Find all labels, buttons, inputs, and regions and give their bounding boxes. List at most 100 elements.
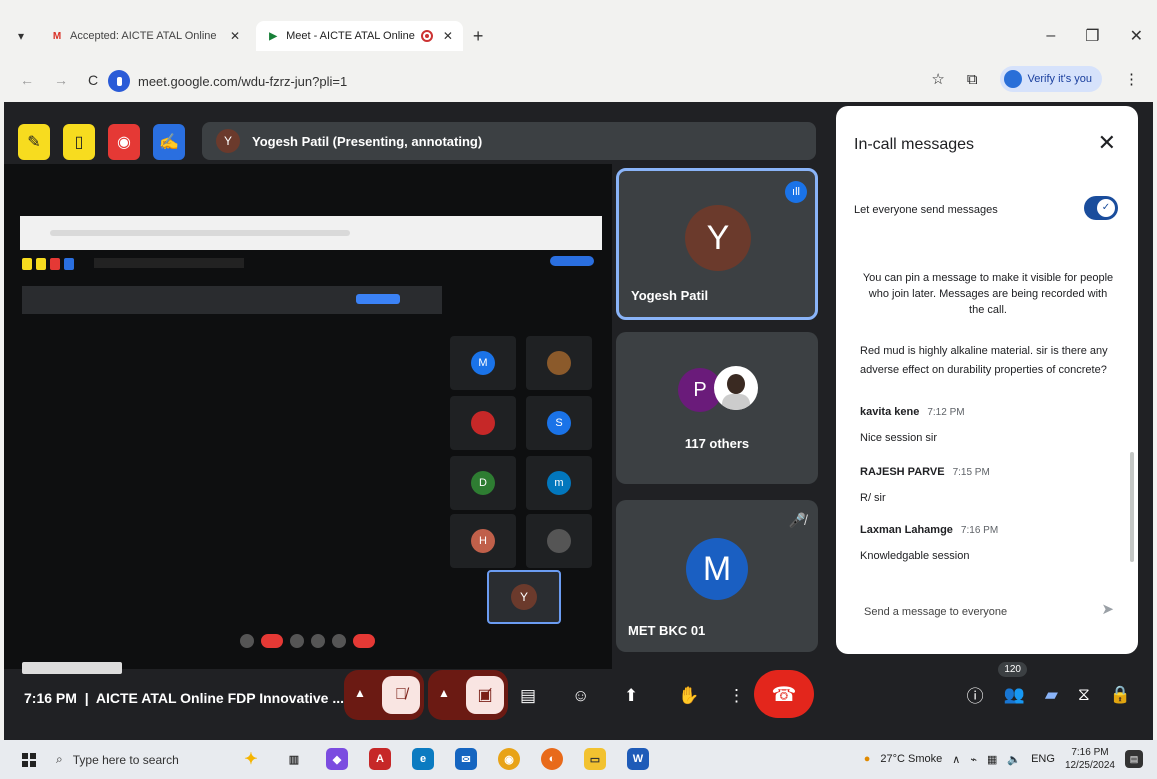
present-icon[interactable]: ⬆: [624, 686, 638, 706]
restore-icon[interactable]: ❐: [1085, 26, 1099, 46]
chat-input[interactable]: Send a message to everyone: [864, 606, 1007, 618]
record-tool-icon[interactable]: ◉: [108, 124, 140, 160]
file-explorer-icon[interactable]: ▭: [584, 748, 606, 770]
tab-search-button[interactable]: ▾: [8, 23, 34, 49]
eraser-tool-icon[interactable]: ▯: [63, 124, 95, 160]
tab-meet[interactable]: ▶ Meet - AICTE ATAL Online ✕: [256, 21, 463, 51]
tab-gmail[interactable]: M Accepted: AICTE ATAL Online F ✕: [40, 21, 250, 51]
close-tab-icon[interactable]: ✕: [230, 29, 240, 43]
participant-tile-yogesh[interactable]: Y ıll Yogesh Patil: [616, 168, 818, 320]
taskbar-search[interactable]: ⌕ Type here to search: [56, 752, 206, 767]
windows-start-icon[interactable]: [22, 752, 36, 767]
meeting-title: AICTE ATAL Online FDP Innovative ...: [95, 690, 345, 706]
tray-expand-icon[interactable]: ∧: [952, 753, 960, 766]
raise-hand-icon[interactable]: ✋: [678, 686, 699, 706]
screen: ▾ M Accepted: AICTE ATAL Online F ✕ ▶ Me…: [0, 0, 1157, 779]
participant-name: MET BKC 01: [628, 623, 706, 638]
participant-tile-met[interactable]: 🎤̸ M MET BKC 01: [616, 500, 818, 652]
chat-scrollbar[interactable]: [1130, 452, 1134, 562]
close-tab-icon[interactable]: ✕: [443, 29, 453, 43]
mic-off-button[interactable]: 🎙̸: [382, 676, 420, 714]
copilot-icon[interactable]: ✦: [240, 748, 262, 770]
close-window-icon[interactable]: ✕: [1130, 26, 1143, 46]
nested-avatar: [547, 351, 571, 375]
leave-call-button[interactable]: ☎: [754, 670, 814, 718]
weather-text[interactable]: 27°C Smoke: [880, 753, 942, 765]
chat-panel: In-call messages ✕ Let everyone send mes…: [836, 106, 1138, 654]
taskbar-apps: ✦ ▥ ◆ A e ✉ ◉ ◐ ▭ W: [240, 748, 649, 770]
participant-photo: [714, 366, 758, 410]
reload-icon[interactable]: C: [88, 72, 98, 88]
emoji-icon[interactable]: ☺: [572, 686, 589, 706]
nested-avatar: H: [471, 529, 495, 553]
bookmark-star-icon[interactable]: ☆: [931, 70, 944, 88]
messages-toggle[interactable]: [1084, 196, 1118, 220]
nested-avatar: S: [547, 411, 571, 435]
profile-label: Verify it's you: [1027, 73, 1092, 85]
extensions-icon[interactable]: ⧉: [967, 71, 978, 88]
separator: |: [80, 690, 96, 706]
window-controls: – ❐ ✕: [1046, 18, 1143, 54]
lang-indicator[interactable]: ENG: [1031, 753, 1055, 765]
url-field[interactable]: meet.google.com/wdu-fzrz-jun?pli=1: [108, 68, 347, 94]
host-controls-icon[interactable]: 🔒: [1110, 685, 1131, 705]
clock-time: 7:16 PM: [1071, 747, 1109, 758]
sender-name: Laxman Lahamge: [860, 524, 953, 536]
profile-button[interactable]: Verify it's you: [999, 66, 1102, 92]
info-icon[interactable]: ⓘ: [967, 682, 984, 707]
menu-icon[interactable]: ⋮: [1124, 70, 1139, 88]
weather-icon: ●: [863, 753, 871, 765]
send-icon[interactable]: ➤: [1101, 600, 1114, 618]
minimize-icon[interactable]: –: [1046, 27, 1055, 45]
mail-icon[interactable]: ✉: [455, 748, 477, 770]
search-placeholder: Type here to search: [72, 752, 179, 767]
activities-icon[interactable]: ⧖: [1078, 685, 1090, 705]
participant-tile-others[interactable]: P 117 others: [616, 332, 818, 484]
site-info-icon[interactable]: [108, 70, 130, 92]
word-icon[interactable]: W: [627, 748, 649, 770]
task-view-icon[interactable]: ▥: [283, 748, 305, 770]
whiteboard-tool-icon[interactable]: ✍: [153, 124, 185, 160]
participant-name: Yogesh Patil: [631, 288, 709, 303]
bluetooth-icon[interactable]: ⌁: [970, 753, 977, 766]
new-tab-button[interactable]: +: [473, 26, 484, 47]
shared-screen: M S D m H Y: [4, 164, 612, 674]
side-actions: ⓘ 👥 ▰ ⧖ 🔒: [967, 682, 1131, 707]
forward-icon[interactable]: →: [54, 72, 68, 88]
address-bar: ← → C meet.google.com/wdu-fzrz-jun?pli=1…: [0, 58, 1157, 102]
chat-message: Red mud is highly alkaline material. sir…: [860, 345, 1108, 376]
meet-icon: ▶: [269, 30, 277, 42]
volume-icon[interactable]: 🔈: [1007, 753, 1021, 766]
clock[interactable]: 7:16 PM 12/25/2024: [1065, 746, 1115, 772]
network-icon[interactable]: ▦: [987, 753, 997, 766]
back-icon[interactable]: ←: [20, 72, 34, 88]
close-icon[interactable]: ✕: [1098, 130, 1116, 156]
annotation-tools: ✎ ▯ ◉ ✍: [18, 124, 185, 160]
nested-tile: m: [526, 456, 592, 510]
mic-off-icon: 🎤̸: [788, 512, 806, 528]
notification-icon[interactable]: ▤: [1125, 750, 1143, 768]
presenter-bar: Y Yogesh Patil (Presenting, annotating): [202, 122, 816, 160]
nested-tile: [450, 396, 516, 450]
acrobat-icon[interactable]: A: [369, 748, 391, 770]
tab-title: Accepted: AICTE ATAL Online F: [70, 30, 220, 42]
people-icon[interactable]: 👥: [1004, 685, 1025, 705]
toolbar-right: ☆ ⧉ Verify it's you ⋮: [931, 66, 1139, 92]
chat-message: RAJESH PARVE 7:15 PM R/ sir: [860, 462, 1120, 504]
copilot-app-icon[interactable]: ◆: [326, 748, 348, 770]
chat-icon[interactable]: ▰: [1045, 685, 1058, 705]
camera-off-button[interactable]: ▣̸: [466, 676, 504, 714]
chevron-up-icon[interactable]: ▲: [354, 686, 366, 700]
firefox-icon[interactable]: ◐: [541, 748, 563, 770]
chrome-icon[interactable]: ◉: [498, 748, 520, 770]
avatar: [1003, 70, 1022, 88]
more-options-icon[interactable]: ⋮: [728, 686, 745, 706]
nested-tile: [526, 336, 592, 390]
pen-tool-icon[interactable]: ✎: [18, 124, 50, 160]
panel-title: In-call messages: [854, 136, 975, 153]
chevron-up-icon[interactable]: ▲: [438, 686, 450, 700]
nested-avatar: [471, 411, 495, 435]
nested-presenter-bar: [94, 258, 244, 268]
edge-icon[interactable]: e: [412, 748, 434, 770]
captions-icon[interactable]: ▤: [520, 686, 536, 706]
